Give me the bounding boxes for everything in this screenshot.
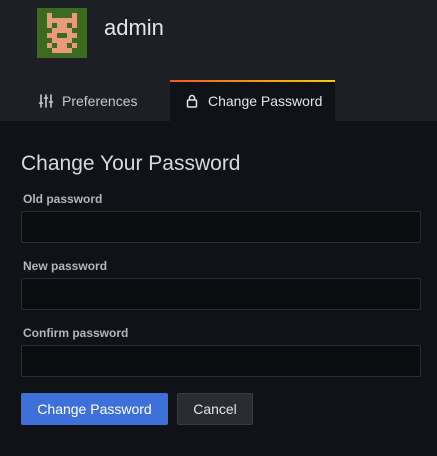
tab-preferences-label: Preferences: [62, 92, 138, 109]
old-password-field[interactable]: [21, 211, 421, 243]
tab-preferences[interactable]: Preferences: [24, 80, 166, 121]
new-password-label: New password: [23, 259, 108, 273]
cancel-button[interactable]: Cancel: [177, 393, 253, 425]
tab-change-password-label: Change Password: [208, 92, 323, 109]
avatar: [37, 8, 87, 58]
page-title: Change Your Password: [21, 152, 241, 175]
lock-icon: [184, 93, 200, 109]
username: admin: [104, 15, 164, 40]
confirm-password-field[interactable]: [21, 345, 421, 377]
change-password-button[interactable]: Change Password: [21, 393, 168, 425]
profile-header: admin Preferences Change Password: [0, 0, 437, 121]
sliders-icon: [38, 93, 54, 109]
old-password-label: Old password: [23, 192, 103, 206]
profile-page: admin Preferences Change Password Change…: [0, 0, 437, 456]
tab-change-password[interactable]: Change Password: [170, 80, 335, 121]
confirm-password-label: Confirm password: [23, 326, 129, 340]
new-password-field[interactable]: [21, 278, 421, 310]
